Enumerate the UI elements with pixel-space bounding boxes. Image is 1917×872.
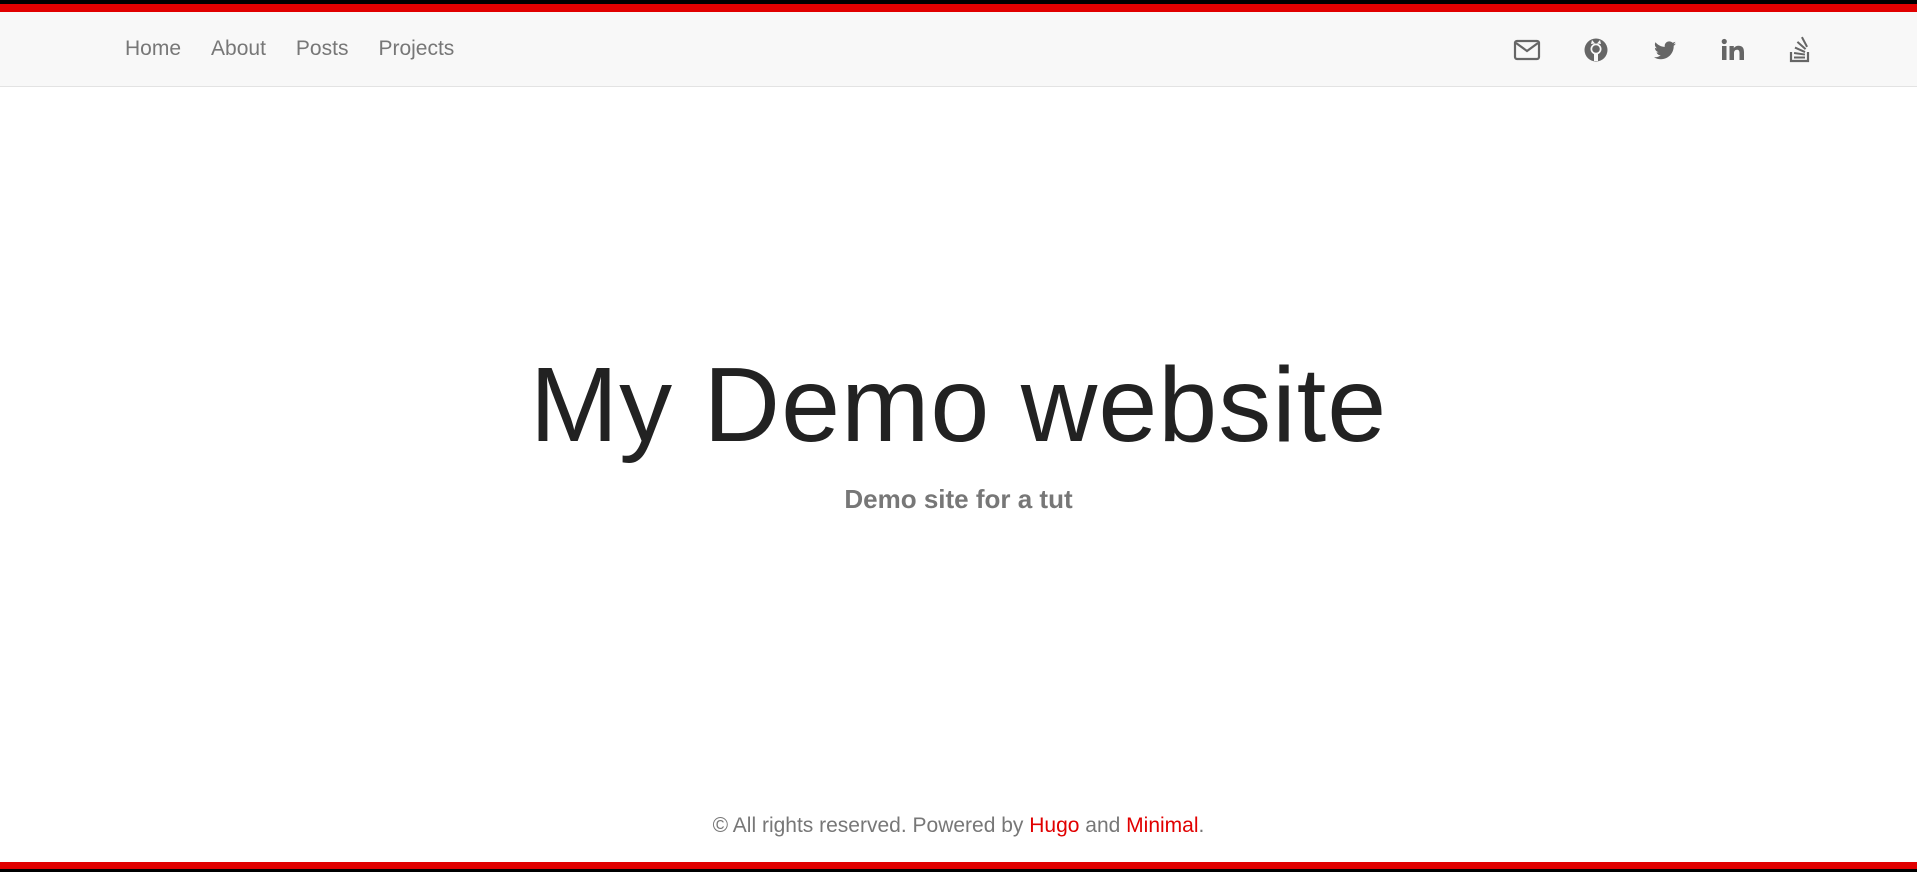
hugo-link[interactable]: Hugo [1029, 814, 1079, 837]
nav-link-projects[interactable]: Projects [363, 12, 469, 86]
nav-link-about[interactable]: About [196, 12, 281, 86]
nav-link-posts[interactable]: Posts [281, 12, 364, 86]
mail-icon[interactable] [1513, 36, 1541, 64]
hero: My Demo website Demo site for a tut [0, 340, 1917, 516]
minimal-link[interactable]: Minimal [1126, 814, 1198, 837]
footer-period: . [1198, 814, 1205, 837]
navbar: Home About Posts Projects [0, 12, 1917, 87]
stackoverflow-icon[interactable] [1786, 36, 1814, 64]
twitter-icon[interactable] [1651, 36, 1679, 64]
nav-links: Home About Posts Projects [110, 12, 469, 86]
page-title: My Demo website [529, 346, 1388, 464]
linkedin-icon[interactable] [1719, 36, 1747, 64]
nav-link-home[interactable]: Home [110, 12, 196, 86]
top-accent-border [0, 0, 1917, 12]
footer-and-text: and [1079, 814, 1127, 837]
github-icon[interactable] [1582, 36, 1610, 64]
footer: © All rights reserved. Powered by Hugo a… [0, 810, 1917, 842]
bottom-accent-border [0, 862, 1917, 872]
footer-copyright-text: © All rights reserved. Powered by [712, 814, 1030, 837]
page-subtitle: Demo site for a tut [844, 484, 1073, 514]
